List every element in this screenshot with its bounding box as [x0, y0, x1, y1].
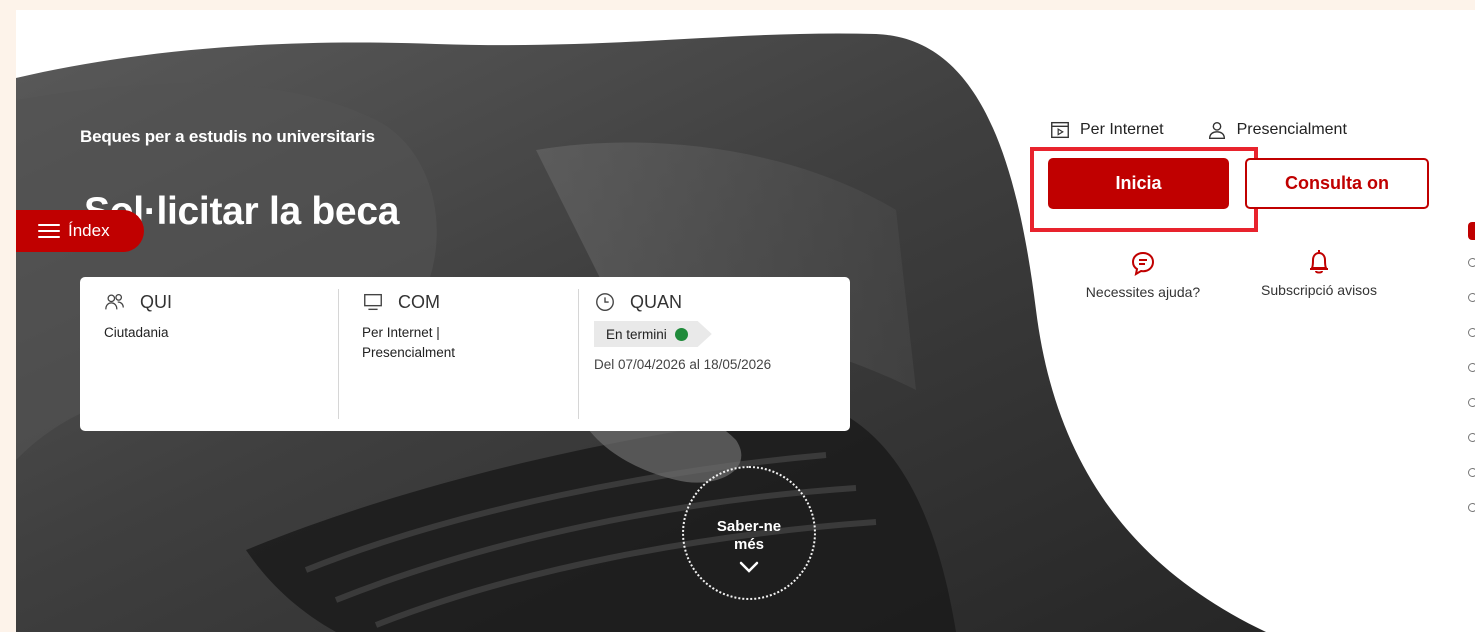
- side-index-item[interactable]: [1468, 328, 1475, 337]
- side-index-item[interactable]: [1468, 503, 1475, 512]
- consult-button[interactable]: Consulta on: [1245, 158, 1429, 209]
- channel-internet: Per Internet: [1049, 119, 1164, 141]
- channel-in-person: Presencialment: [1206, 119, 1347, 141]
- help-link-label: Necessites ajuda?: [1085, 284, 1201, 300]
- people-icon: [105, 294, 124, 310]
- channel-options: Per Internet Presencialment: [1049, 119, 1389, 141]
- index-button[interactable]: Índex: [16, 210, 144, 252]
- monitor-icon: [364, 293, 382, 311]
- chat-bubble-icon: [1131, 251, 1155, 277]
- quan-heading: QUAN: [594, 289, 850, 315]
- chevron-down-icon: [739, 561, 759, 573]
- channel-internet-label: Per Internet: [1080, 121, 1164, 138]
- qui-value: Ciutadania: [104, 325, 169, 340]
- status-dot: [674, 327, 688, 341]
- start-button[interactable]: Inicia: [1048, 158, 1229, 209]
- notify-link-label: Subscripció avisos: [1261, 282, 1377, 298]
- com-value: Per Internet | Presencialment: [362, 323, 578, 363]
- channel-in-person-label: Presencialment: [1236, 121, 1347, 138]
- clock-icon: [596, 293, 614, 311]
- help-link[interactable]: Necessites ajuda?: [1072, 250, 1214, 300]
- breadcrumb-eyebrow: Beques per a estudis no universitaris: [80, 127, 375, 146]
- side-index-item[interactable]: [1468, 293, 1475, 302]
- side-index-item[interactable]: [1468, 258, 1475, 267]
- hamburger-icon: [38, 223, 60, 239]
- quan-heading-label: QUAN: [630, 291, 683, 312]
- side-index-item[interactable]: [1468, 398, 1475, 407]
- side-index-nav: [1468, 222, 1475, 538]
- person-icon: [1208, 121, 1225, 139]
- info-col-quan: QUAN En termini Del 07/04/2026 al 18/05/…: [578, 277, 850, 431]
- qui-heading-label: QUI: [140, 291, 173, 312]
- status-badge-label: En termini: [606, 326, 667, 342]
- learn-more-line2: més: [733, 536, 765, 553]
- bell-icon: [1310, 250, 1328, 274]
- date-range: Del 07/04/2026 al 18/05/2026: [594, 357, 772, 372]
- side-index-active-marker[interactable]: [1468, 222, 1475, 240]
- internet-window-icon: [1051, 121, 1069, 139]
- index-button-label: Índex: [68, 221, 110, 240]
- status-badge: En termini: [594, 321, 712, 347]
- com-value-line1: Per Internet |: [362, 325, 440, 340]
- qui-heading: QUI: [104, 289, 338, 315]
- info-col-qui: QUI Ciutadania: [80, 277, 338, 431]
- learn-more-line1: Saber-ne: [716, 518, 782, 535]
- learn-more-button[interactable]: Saber-ne més: [682, 466, 816, 600]
- info-col-com: COM Per Internet | Presencialment: [338, 277, 578, 431]
- com-value-line2: Presencialment: [362, 345, 456, 360]
- procedure-info-card: QUI Ciutadania COM Per Internet | Presen…: [80, 277, 850, 431]
- side-index-item[interactable]: [1468, 363, 1475, 372]
- side-index-item[interactable]: [1468, 468, 1475, 477]
- side-index-item[interactable]: [1468, 433, 1475, 442]
- page: Beques per a estudis no universitaris So…: [16, 10, 1475, 632]
- subscribe-notifications-link[interactable]: Subscripció avisos: [1243, 248, 1395, 298]
- com-heading-label: COM: [398, 291, 440, 312]
- com-heading: COM: [362, 289, 578, 315]
